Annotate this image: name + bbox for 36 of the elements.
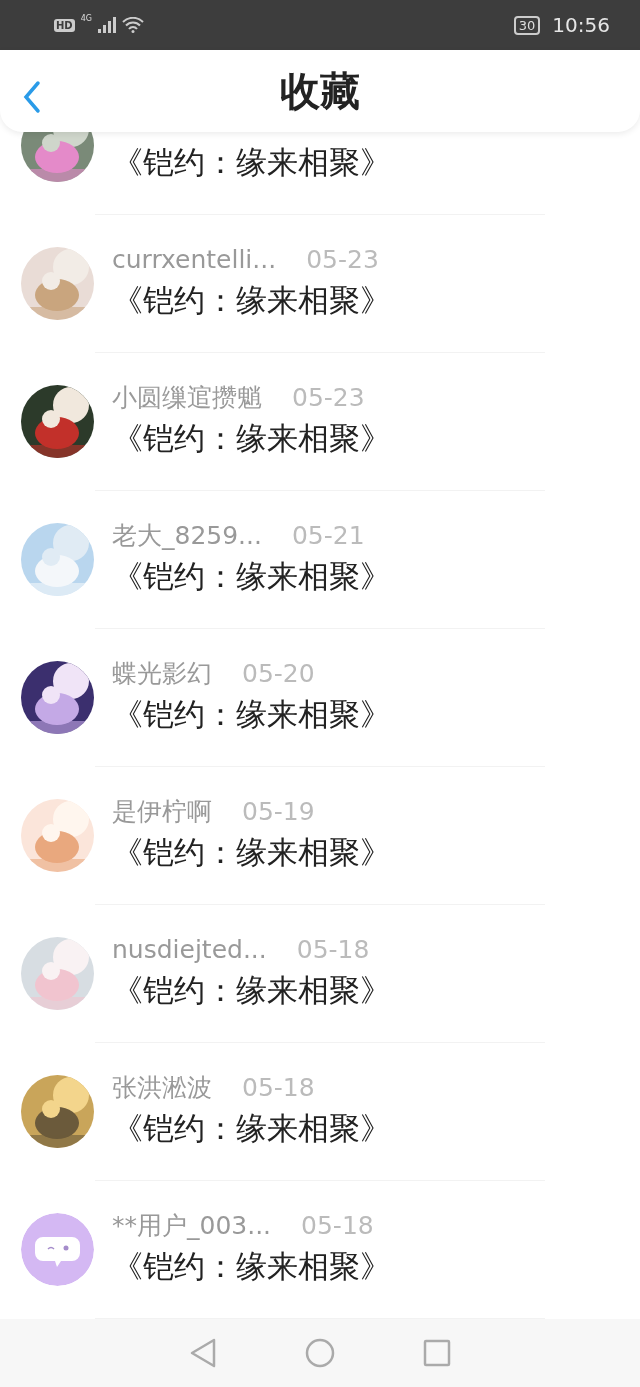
item-title[interactable]: 《铠约：缘来相聚》	[112, 556, 640, 598]
user-name: 是伊柠啊	[112, 795, 212, 828]
recents-nav-button[interactable]	[423, 1339, 451, 1367]
user-name: currxentelli...	[112, 244, 277, 274]
date: 05-18	[301, 1210, 374, 1240]
hd-icon: HD	[54, 18, 75, 32]
date: 05-23	[306, 244, 379, 274]
user-name: 小圆缫逭攒魈	[112, 381, 262, 414]
user-name: nusdiejted...	[112, 934, 267, 964]
item-title[interactable]: 《铠约：缘来相聚》	[112, 1108, 640, 1150]
item-title[interactable]: 《铠约：缘来相聚》	[112, 1246, 640, 1288]
wifi-icon	[121, 17, 144, 33]
item-title[interactable]: 《铠约：缘来相聚》	[112, 970, 640, 1012]
date: 05-18	[296, 934, 370, 964]
signal-icon	[97, 17, 116, 33]
chat-bubble-icon	[21, 1213, 94, 1286]
item-title[interactable]: 《铠约：缘来相聚》	[112, 142, 640, 184]
date: 05-18	[242, 1072, 315, 1102]
user-name: 老大_8259...	[112, 519, 262, 552]
clock: 10:56	[552, 13, 610, 37]
date: 05-21	[291, 520, 365, 550]
page-title: 收藏	[280, 66, 360, 116]
user-name: **用户_003...	[112, 1209, 272, 1242]
user-name: 张洪淞波	[112, 1071, 212, 1104]
battery-icon: 30	[513, 15, 541, 35]
item-title[interactable]: 《铠约：缘来相聚》	[112, 832, 640, 874]
back-nav-button[interactable]	[189, 1337, 217, 1369]
item-title[interactable]: 《铠约：缘来相聚》	[112, 694, 640, 736]
user-name: 蝶光影幻	[112, 657, 212, 690]
item-title[interactable]: 《铠约：缘来相聚》	[112, 280, 640, 322]
network-type: 4G	[80, 14, 92, 23]
date: 05-20	[242, 658, 315, 688]
home-nav-button[interactable]	[305, 1338, 335, 1368]
date: 05-23	[292, 382, 365, 412]
date: 05-19	[242, 796, 315, 826]
item-title[interactable]: 《铠约：缘来相聚》	[112, 418, 640, 460]
